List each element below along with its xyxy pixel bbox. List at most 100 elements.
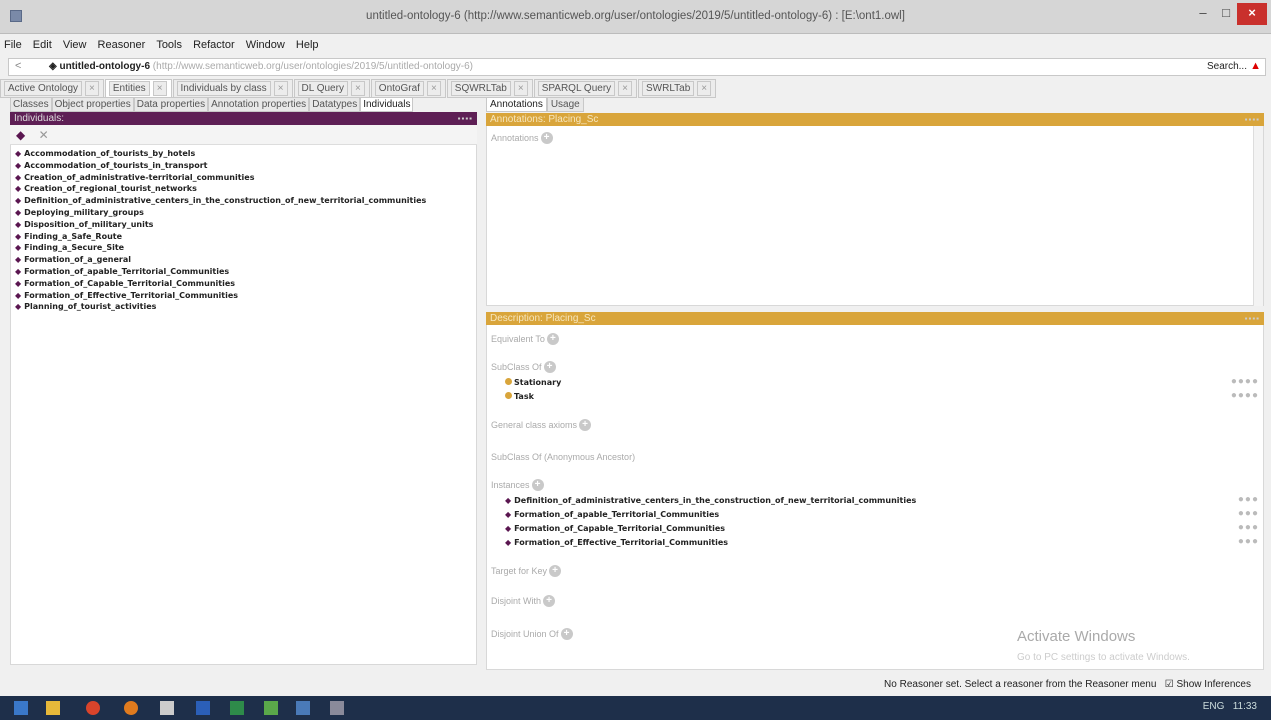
- menu-view[interactable]: View: [59, 36, 91, 54]
- list-item[interactable]: ◆ Disposition_of_military_units: [15, 219, 472, 231]
- add-equivalent-button[interactable]: +: [546, 333, 559, 346]
- add-subclass-button[interactable]: +: [543, 361, 556, 374]
- explorer-icon[interactable]: [46, 701, 60, 715]
- close-icon[interactable]: ×: [152, 81, 167, 96]
- tab-entities[interactable]: Entities ×: [104, 79, 172, 98]
- menu-refactor[interactable]: Refactor: [189, 36, 239, 54]
- close-icon[interactable]: ×: [85, 81, 99, 96]
- tab-usage[interactable]: Usage: [546, 97, 584, 112]
- instance-item[interactable]: ◆ Formation_of_Capable_Territorial_Commun…: [505, 524, 725, 533]
- clock[interactable]: 11:33: [1233, 701, 1257, 712]
- close-icon[interactable]: ×: [426, 81, 441, 96]
- tab-swrltab[interactable]: SWRLTab ×: [638, 79, 717, 98]
- warning-icon[interactable]: ▲: [1250, 60, 1261, 72]
- list-item[interactable]: ◆ Deploying_military_groups: [15, 207, 472, 219]
- menu-window[interactable]: Window: [242, 36, 289, 54]
- add-key-button[interactable]: +: [549, 565, 562, 578]
- list-item[interactable]: ◆ Accommodation_of_tourists_in_transport: [15, 160, 472, 172]
- app-icon[interactable]: [160, 701, 174, 715]
- word-icon[interactable]: [196, 701, 210, 715]
- tab-sparql-query[interactable]: SPARQL Query ×: [533, 79, 637, 98]
- tab-annotation-properties[interactable]: Annotation properties: [208, 97, 310, 112]
- item-controls-icon[interactable]: ●●●●: [1231, 376, 1259, 387]
- language-indicator[interactable]: ENG: [1203, 701, 1225, 712]
- menu-help[interactable]: Help: [292, 36, 323, 54]
- instance-item[interactable]: ◆ Definition_of_administrative_centers_in…: [505, 496, 916, 505]
- menu-reasoner[interactable]: Reasoner: [94, 36, 150, 54]
- ontology-name[interactable]: ◈ untitled-ontology-6 (http://www.semant…: [49, 61, 473, 72]
- add-individual-icon[interactable]: ◆: [16, 128, 25, 142]
- add-disjoint-union-button[interactable]: +: [560, 628, 573, 641]
- tab-data-properties[interactable]: Data properties: [133, 97, 209, 112]
- item-controls-icon[interactable]: ●●●: [1238, 494, 1259, 505]
- excel-icon[interactable]: [230, 701, 244, 715]
- individual-icon: ◆: [15, 172, 22, 182]
- add-disjoint-button[interactable]: +: [543, 595, 556, 608]
- search-field[interactable]: Search...: [1207, 61, 1247, 72]
- list-item[interactable]: ◆ Formation_of_Effective_Territorial_Comm…: [15, 290, 472, 302]
- list-item[interactable]: ◆ Formation_of_a_general: [15, 254, 472, 266]
- disjoint-with-label: Disjoint With: [491, 596, 542, 606]
- close-icon[interactable]: ×: [350, 81, 365, 96]
- close-icon[interactable]: ×: [697, 81, 712, 96]
- tab-datatypes[interactable]: Datatypes: [309, 97, 361, 112]
- individual-icon: ◆: [15, 278, 22, 288]
- add-instance-button[interactable]: +: [531, 479, 544, 492]
- view-controls-icon[interactable]: ▪▪▪▪: [1245, 312, 1260, 325]
- start-icon[interactable]: [14, 701, 28, 715]
- minimize-button[interactable]: –: [1190, 3, 1216, 25]
- browser-icon[interactable]: [86, 701, 100, 715]
- close-icon[interactable]: ×: [273, 81, 288, 96]
- close-icon[interactable]: ×: [618, 81, 632, 96]
- list-item[interactable]: ◆ Planning_of_tourist_activities: [15, 301, 472, 313]
- instance-item[interactable]: ◆ Formation_of_Effective_Territorial_Comm…: [505, 538, 728, 547]
- list-item[interactable]: ◆ Definition_of_administrative_centers_in…: [15, 195, 472, 207]
- protege-icon[interactable]: [330, 701, 344, 715]
- tab-individuals[interactable]: Individuals: [360, 97, 414, 112]
- tab-object-properties[interactable]: Object properties: [51, 97, 134, 112]
- tab-active-ontology[interactable]: Active Ontology ×: [0, 79, 104, 98]
- individual-icon: ◆: [15, 266, 22, 276]
- item-controls-icon[interactable]: ●●●: [1238, 522, 1259, 533]
- tab-sqwrltab[interactable]: SQWRLTab ×: [446, 79, 533, 98]
- item-controls-icon[interactable]: ●●●●: [1231, 390, 1259, 401]
- individuals-list: ◆ Accommodation_of_tourists_by_hotels ◆ Ac…: [10, 145, 477, 665]
- back-button[interactable]: <: [15, 60, 21, 72]
- list-item[interactable]: ◆ Finding_a_Safe_Route: [15, 231, 472, 243]
- menu-edit[interactable]: Edit: [29, 36, 56, 54]
- tab-ontograf[interactable]: OntoGraf ×: [370, 79, 446, 98]
- list-item[interactable]: ◆ Creation_of_administrative-territorial_…: [15, 172, 472, 184]
- list-item[interactable]: ◆ Creation_of_regional_tourist_networks: [15, 183, 472, 195]
- delete-individual-icon[interactable]: ✕: [39, 128, 49, 142]
- taskbar: ENG 11:33: [0, 696, 1271, 720]
- view-controls-icon[interactable]: ▪▪▪▪: [458, 112, 473, 125]
- general-axioms-label: General class axioms: [491, 420, 578, 430]
- firefox-icon[interactable]: [124, 701, 138, 715]
- menu-file[interactable]: File: [0, 36, 26, 54]
- tab-annotations[interactable]: Annotations: [486, 97, 547, 112]
- list-item[interactable]: ◆ Formation_of_apable_Territorial_Communi…: [15, 266, 472, 278]
- tab-dl-query[interactable]: DL Query ×: [293, 79, 370, 98]
- close-icon[interactable]: ×: [513, 81, 528, 96]
- list-item[interactable]: ◆ Accommodation_of_tourists_by_hotels: [15, 148, 472, 160]
- annotations-scrollbar[interactable]: [1253, 126, 1263, 306]
- tab-classes[interactable]: Classes: [10, 97, 52, 112]
- individual-icon: ◆: [15, 219, 22, 229]
- close-button[interactable]: ×: [1237, 3, 1267, 25]
- item-controls-icon[interactable]: ●●●: [1238, 508, 1259, 519]
- item-controls-icon[interactable]: ●●●: [1238, 536, 1259, 547]
- instance-item[interactable]: ◆ Formation_of_apable_Territorial_Communi…: [505, 510, 719, 519]
- view-controls-icon[interactable]: ▪▪▪▪: [1245, 113, 1260, 126]
- add-general-axiom-button[interactable]: +: [579, 419, 592, 432]
- maximize-button[interactable]: □: [1216, 3, 1236, 25]
- show-inferences-checkbox[interactable]: ☑: [1165, 679, 1174, 690]
- tab-individuals-by-class[interactable]: Individuals by class ×: [172, 79, 293, 98]
- menu-tools[interactable]: Tools: [152, 36, 186, 54]
- app-icon[interactable]: [296, 701, 310, 715]
- app-icon[interactable]: [264, 701, 278, 715]
- add-annotation-button[interactable]: +: [540, 132, 553, 145]
- superclass-item[interactable]: Task: [505, 392, 534, 401]
- superclass-item[interactable]: Stationary: [505, 378, 561, 387]
- list-item[interactable]: ◆ Finding_a_Secure_Site: [15, 242, 472, 254]
- list-item[interactable]: ◆ Formation_of_Capable_Territorial_Commun…: [15, 278, 472, 290]
